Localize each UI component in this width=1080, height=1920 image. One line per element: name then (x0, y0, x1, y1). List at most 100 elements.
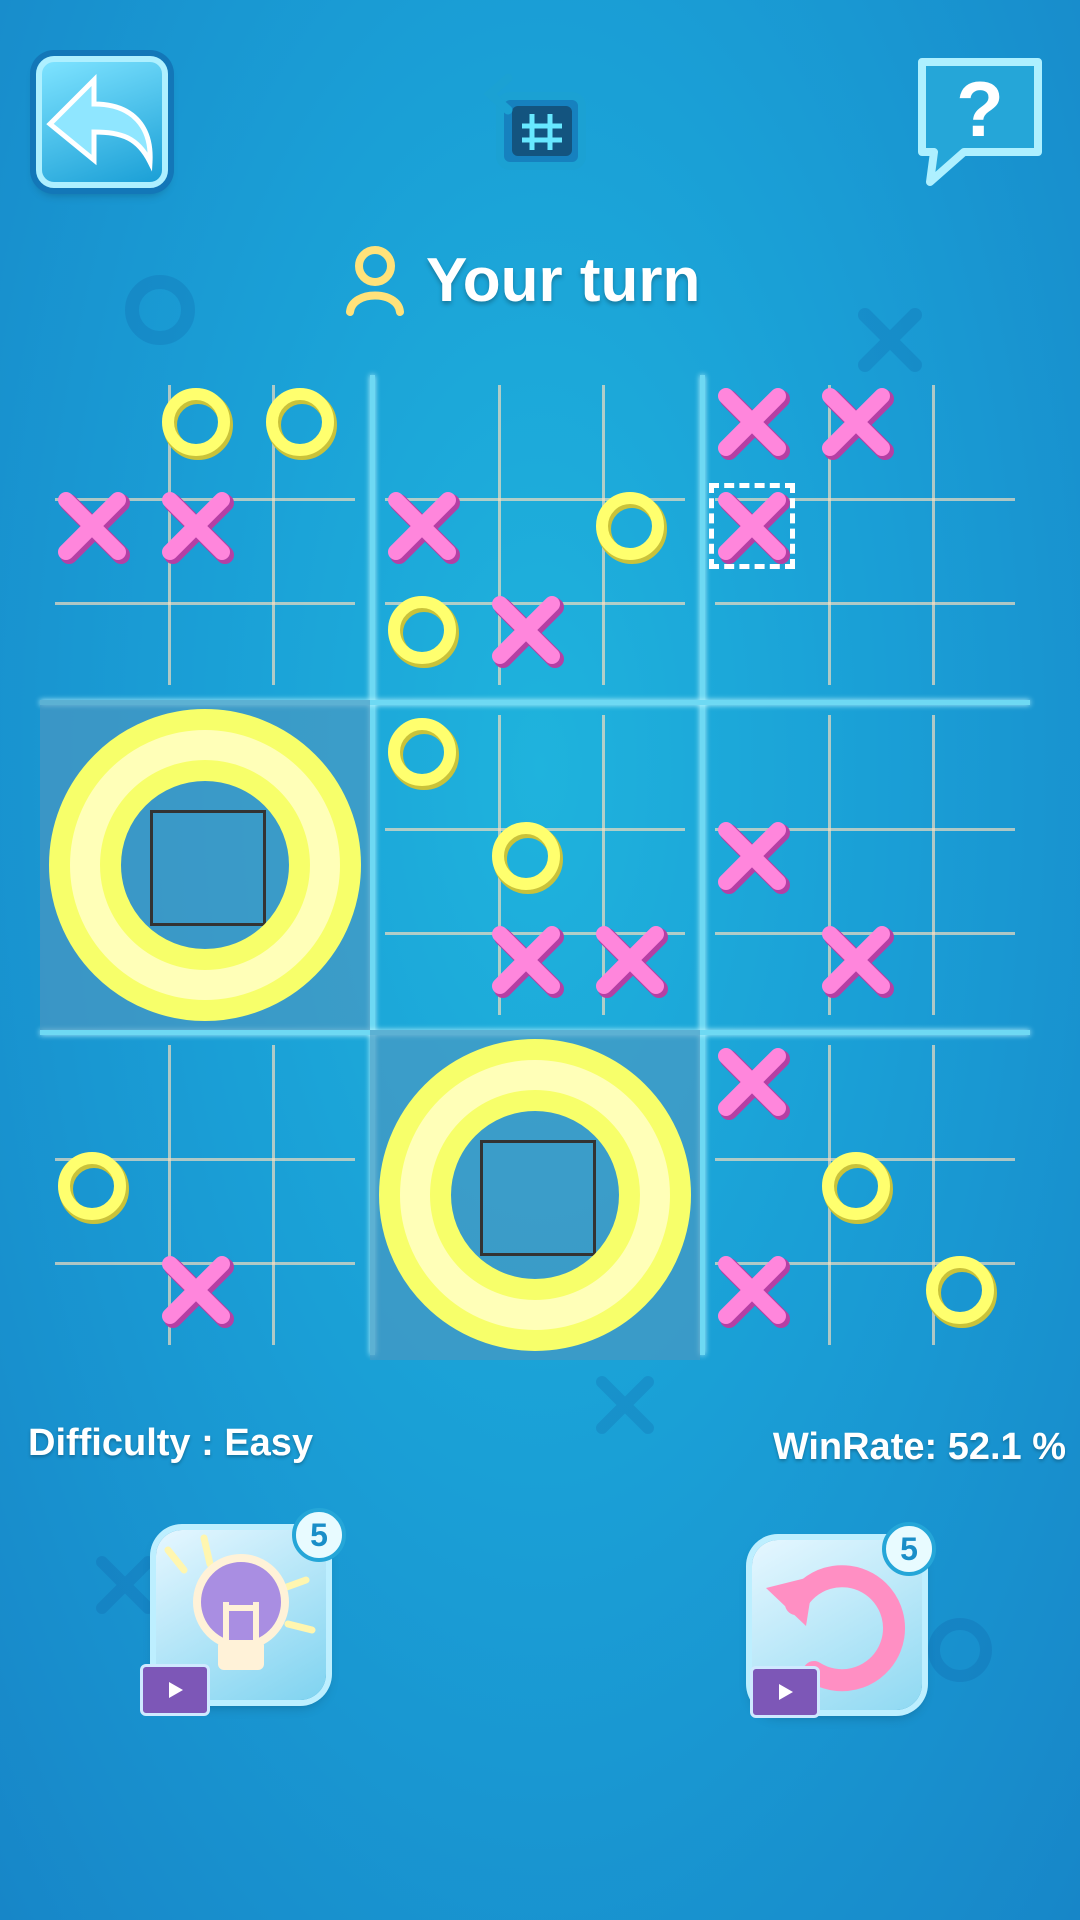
board-cell[interactable] (700, 1134, 804, 1238)
sub-board (370, 700, 700, 1030)
board-cell[interactable] (248, 1238, 352, 1342)
board-grid-icon (483, 73, 586, 170)
x-mark (58, 492, 130, 564)
x-mark (492, 596, 564, 668)
board-cell[interactable] (144, 1030, 248, 1134)
board-cell[interactable] (908, 474, 1012, 578)
board-cell[interactable] (908, 804, 1012, 908)
board-cell (144, 474, 248, 578)
board-cell[interactable] (40, 578, 144, 682)
undo-button[interactable]: 5 (750, 1522, 936, 1718)
x-mark (388, 492, 460, 564)
board-cell (474, 804, 578, 908)
player-icon (346, 246, 404, 316)
board-switch-button[interactable] (482, 72, 592, 172)
board-cell (144, 1238, 248, 1342)
x-mark (162, 492, 234, 564)
board-cell[interactable] (804, 474, 908, 578)
o-mark (926, 1256, 997, 1328)
won-sub-board (370, 1030, 700, 1360)
svg-text:?: ? (956, 65, 1004, 153)
board-cell[interactable] (144, 1134, 248, 1238)
board-cell[interactable] (248, 1134, 352, 1238)
board-cell (474, 578, 578, 682)
board-cell (474, 908, 578, 1012)
board-cell[interactable] (40, 370, 144, 474)
sub-board (370, 1030, 700, 1360)
board-cell[interactable] (908, 1030, 1012, 1134)
game-board (40, 370, 1030, 1360)
x-mark (822, 926, 894, 998)
board-cell[interactable] (248, 578, 352, 682)
last-move-cell (700, 474, 804, 578)
won-sub-board (40, 700, 370, 1030)
board-cell[interactable] (804, 804, 908, 908)
o-mark (492, 822, 563, 894)
board-cell[interactable] (578, 370, 682, 474)
board-cell[interactable] (804, 1238, 908, 1342)
board-cell[interactable] (804, 1030, 908, 1134)
bg-o-decoration (928, 1618, 992, 1682)
video-ad-icon (750, 1666, 820, 1718)
board-cell[interactable] (908, 578, 1012, 682)
board-cell[interactable] (700, 908, 804, 1012)
board-cell[interactable] (804, 578, 908, 682)
board-cell[interactable] (370, 804, 474, 908)
board-cell[interactable] (370, 908, 474, 1012)
help-question-icon: ? (918, 58, 1042, 186)
board-cell[interactable] (248, 474, 352, 578)
board-cell (804, 908, 908, 1012)
board-cell[interactable] (474, 700, 578, 804)
board-cell[interactable] (248, 1030, 352, 1134)
sub-board (40, 370, 370, 700)
turn-status: Your turn (426, 245, 701, 315)
back-arrow-icon (46, 73, 153, 172)
board-cell (370, 700, 474, 804)
board-cell (370, 474, 474, 578)
play-icon (169, 1682, 183, 1698)
board-cell[interactable] (908, 370, 1012, 474)
board-cell (908, 1238, 1012, 1342)
bg-x-decoration (596, 1376, 654, 1434)
board-cell[interactable] (700, 700, 804, 804)
o-mark (58, 1152, 129, 1224)
board-cell (700, 1238, 804, 1342)
board-cell (578, 908, 682, 1012)
bg-o-decoration (125, 275, 195, 345)
play-icon (779, 1684, 793, 1700)
board-cell[interactable] (370, 370, 474, 474)
board-cell (144, 370, 248, 474)
help-button[interactable]: ? (912, 54, 1048, 190)
x-mark (718, 492, 790, 564)
back-button[interactable] (36, 56, 168, 188)
board-cell[interactable] (700, 578, 804, 682)
board-cell[interactable] (474, 474, 578, 578)
board-cell[interactable] (144, 578, 248, 682)
board-cell[interactable] (578, 578, 682, 682)
sub-board (700, 370, 1030, 700)
board-cell[interactable] (908, 908, 1012, 1012)
board-cell (700, 1030, 804, 1134)
bg-x-decoration (858, 308, 922, 372)
hint-button[interactable]: 5 (140, 1508, 346, 1716)
x-mark (822, 388, 894, 460)
sub-board (370, 370, 700, 700)
board-cell[interactable] (40, 1238, 144, 1342)
board-cell (40, 474, 144, 578)
board-cell[interactable] (578, 700, 682, 804)
board-cell[interactable] (908, 1134, 1012, 1238)
board-cell[interactable] (908, 700, 1012, 804)
board-cell[interactable] (804, 700, 908, 804)
board-cell (700, 370, 804, 474)
sub-board (700, 1030, 1030, 1360)
o-mark (162, 388, 233, 460)
board-cell (804, 370, 908, 474)
board-cell (700, 804, 804, 908)
board-cell[interactable] (474, 370, 578, 474)
board-cell (804, 1134, 908, 1238)
board-cell (248, 370, 352, 474)
sub-board (40, 700, 370, 1030)
board-cell[interactable] (578, 804, 682, 908)
board-cell[interactable] (40, 1030, 144, 1134)
board-cell (370, 578, 474, 682)
